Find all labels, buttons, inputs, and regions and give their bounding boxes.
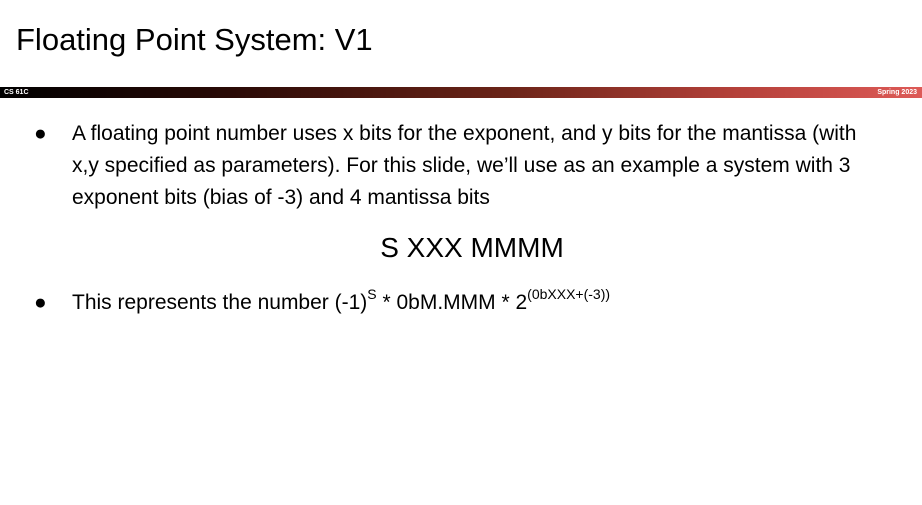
bullet-2-part-2: * 0bM.MMM * 2	[376, 291, 528, 314]
course-label: CS 61C	[4, 89, 29, 96]
bullet-2-part-1: This represents the number (-1)	[72, 291, 368, 314]
exponent-superscript: (0bXXX+(-3))	[527, 286, 611, 302]
header-band: CS 61C Spring 2023	[0, 87, 922, 98]
slide: Floating Point System: V1 CS 61C Spring …	[0, 0, 922, 505]
bit-format-line: S XXX MMMM	[380, 232, 564, 263]
bullet-text-1: A floating point number uses x bits for …	[72, 122, 857, 209]
term-label: Spring 2023	[877, 89, 917, 96]
bullet-dot-icon: ●	[34, 122, 47, 145]
sign-superscript: S	[367, 286, 377, 302]
bullet-dot-icon: ●	[34, 291, 47, 314]
slide-title: Floating Point System: V1	[16, 22, 373, 57]
bullet-text-2: This represents the number (-1)S * 0bM.M…	[72, 287, 872, 319]
